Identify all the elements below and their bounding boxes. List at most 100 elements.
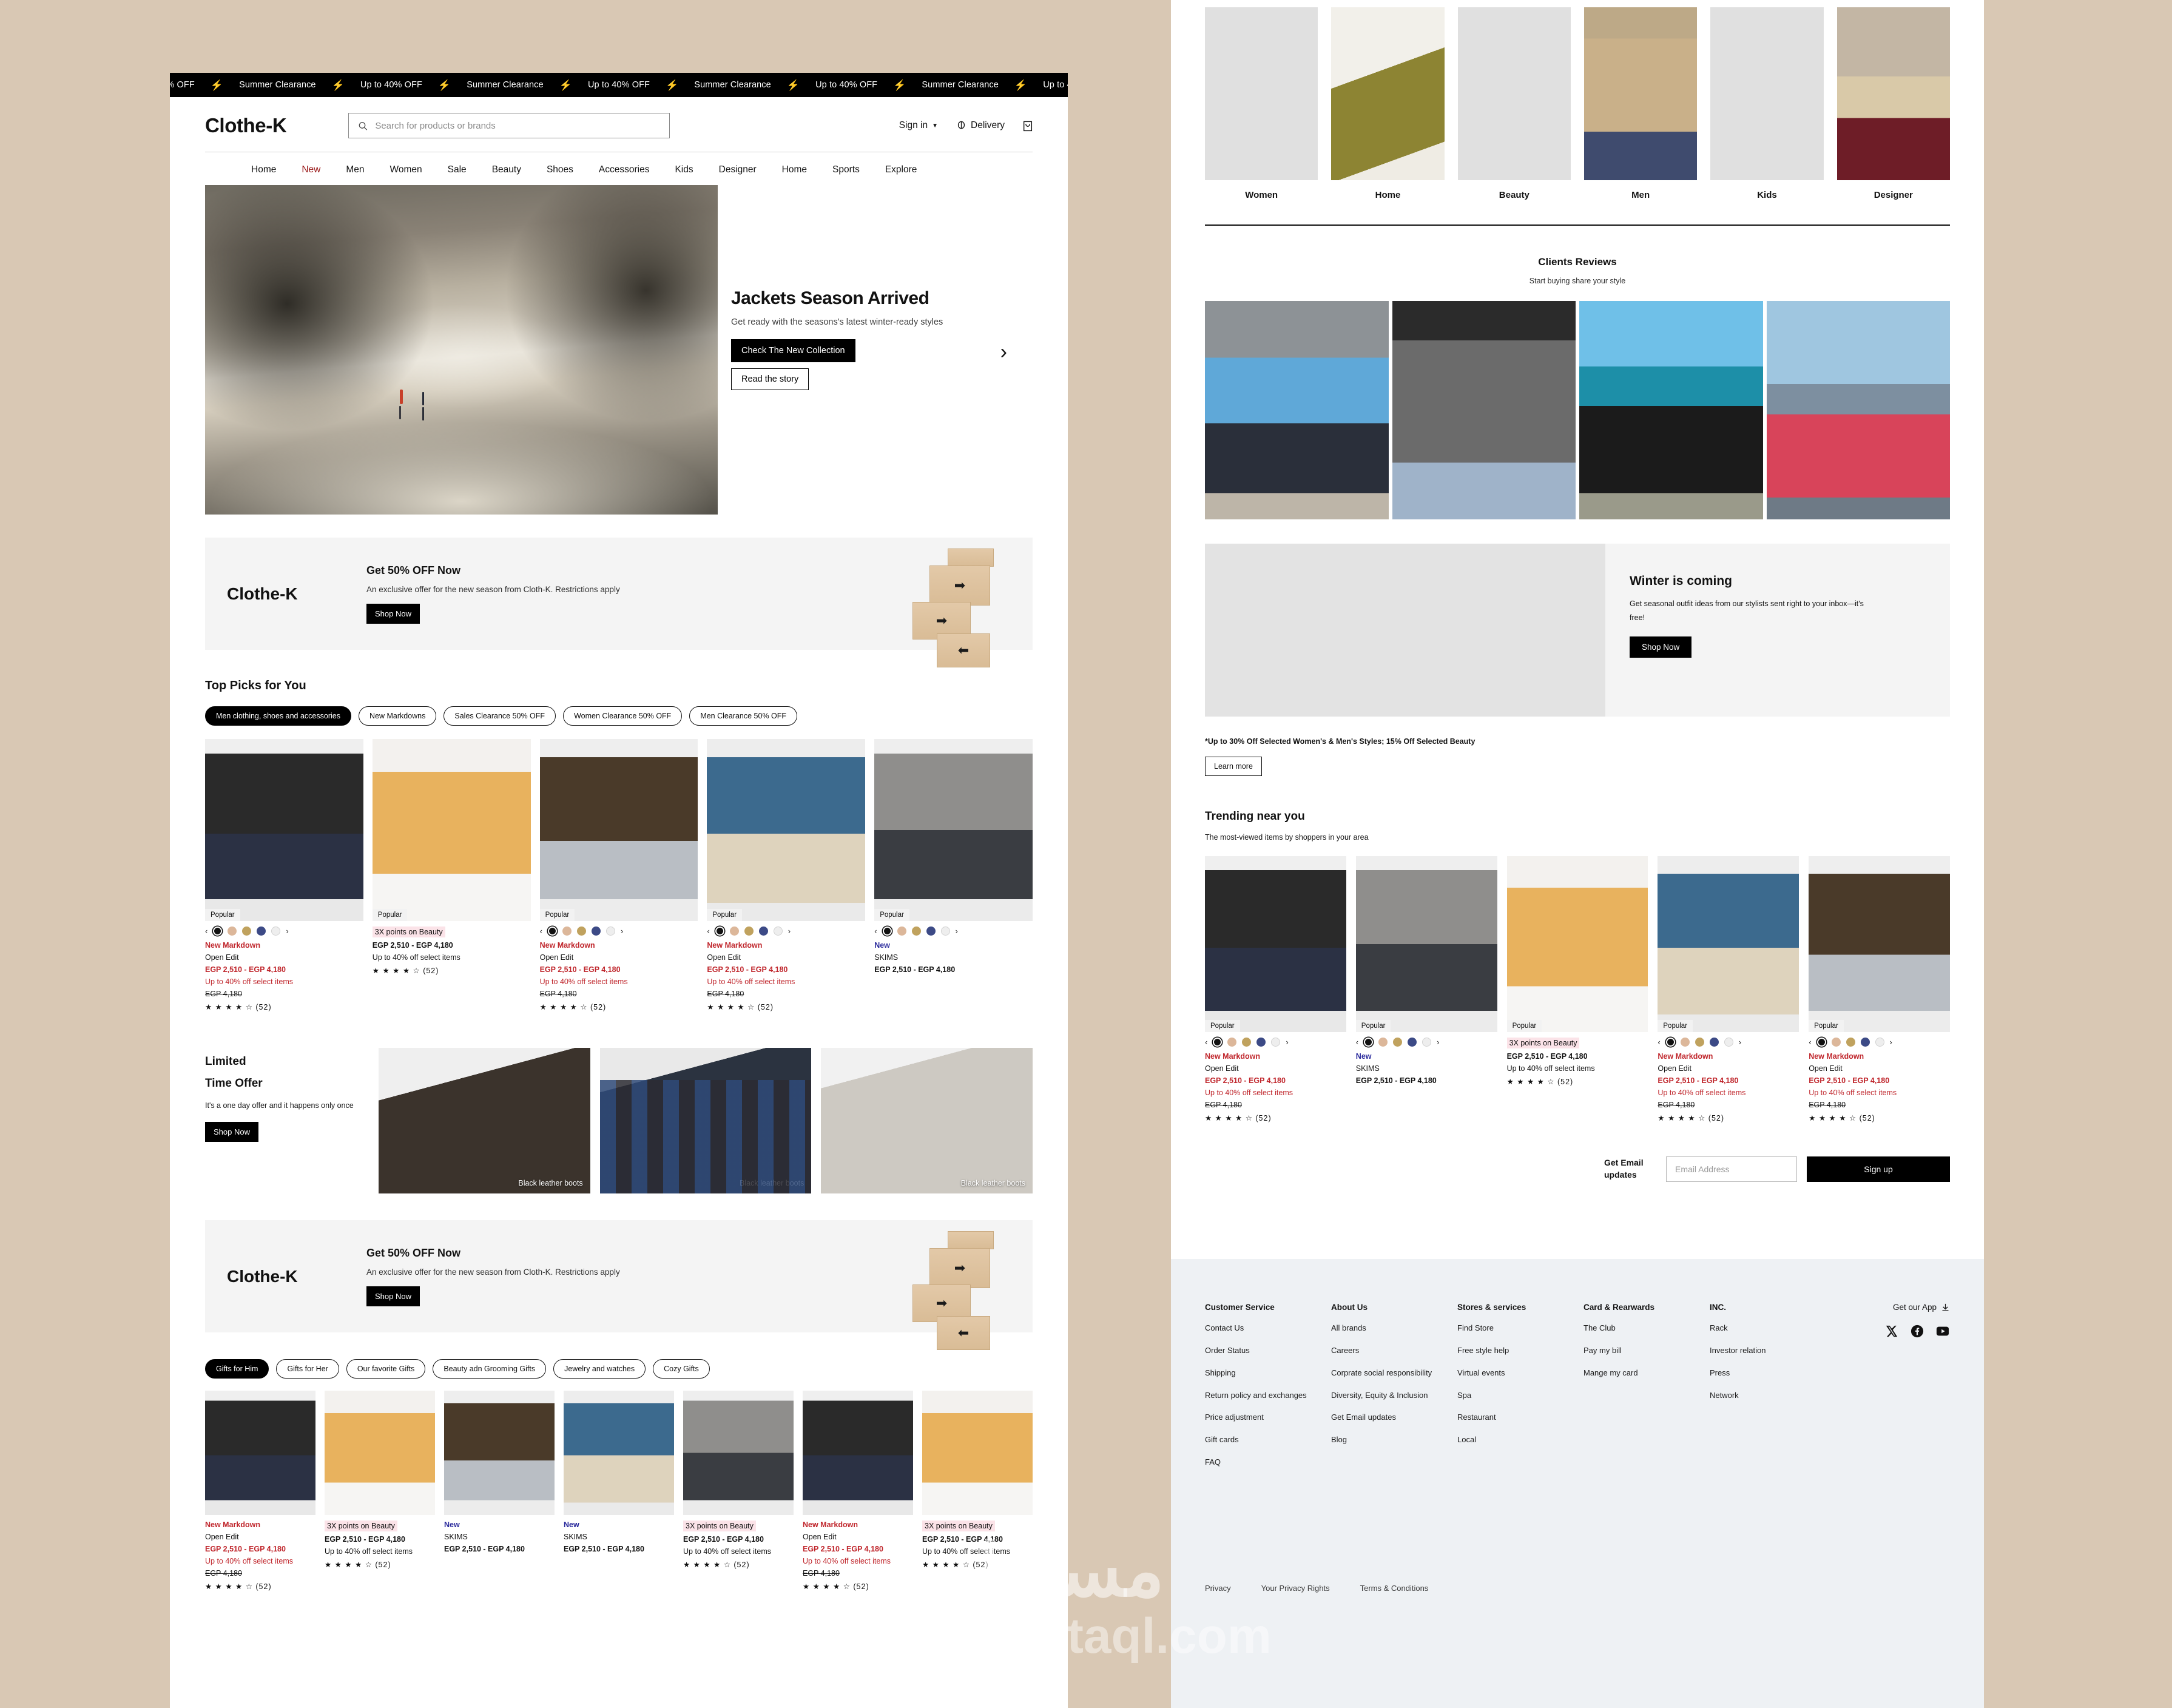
top-picks-pill-4[interactable]: Men Clearance 50% OFF — [689, 706, 798, 726]
product-image[interactable] — [803, 1391, 913, 1515]
color-swatch[interactable] — [897, 927, 906, 936]
footer-link[interactable]: Careers — [1331, 1345, 1434, 1357]
footer-link[interactable]: Shipping — [1205, 1368, 1308, 1379]
category-tile-home[interactable]: Home — [1331, 7, 1445, 200]
sign-in-button[interactable]: Sign in ▼ — [899, 120, 938, 131]
footer-link[interactable]: The Club — [1583, 1323, 1687, 1334]
color-swatch[interactable] — [605, 927, 615, 936]
hero-primary-cta[interactable]: Check The New Collection — [731, 339, 855, 362]
category-image[interactable] — [1583, 7, 1698, 180]
email-input[interactable] — [1666, 1156, 1797, 1182]
footer-link[interactable]: Press — [1710, 1368, 1813, 1379]
product-card[interactable]: Popular ‹ › New Markdown Open Edit EGP 2,510 … — [707, 739, 866, 1011]
footer-link[interactable]: Network — [1710, 1390, 1813, 1402]
color-swatch[interactable] — [562, 927, 572, 936]
product-card[interactable]: New SKIMS EGP 2,510 - EGP 4,180 — [564, 1391, 674, 1591]
review-photo-2[interactable] — [1392, 301, 1576, 519]
review-photo-3[interactable] — [1579, 301, 1763, 519]
footer-link[interactable]: Price adjustment — [1205, 1412, 1308, 1423]
top-picks-pill-1[interactable]: New Markdowns — [358, 706, 437, 726]
color-swatch[interactable] — [1227, 1038, 1237, 1047]
color-swatch[interactable] — [882, 927, 892, 936]
footer-legal-link[interactable]: Privacy — [1205, 1584, 1231, 1593]
search-input[interactable] — [375, 120, 661, 131]
footer-link[interactable]: Contact Us — [1205, 1323, 1308, 1334]
color-swatch[interactable] — [1846, 1038, 1855, 1047]
product-image[interactable]: Popular — [874, 739, 1033, 921]
product-card[interactable]: New Markdown Open Edit EGP 2,510 - EGP 4,1… — [205, 1391, 315, 1591]
footer-link[interactable]: Spa — [1457, 1390, 1560, 1402]
review-photo-4[interactable] — [1766, 301, 1950, 519]
category-image[interactable] — [1331, 7, 1445, 180]
footer-link[interactable]: Gift cards — [1205, 1434, 1308, 1446]
footer-link[interactable]: Get Email updates — [1331, 1412, 1434, 1423]
nav-item-beauty[interactable]: Beauty — [492, 164, 521, 175]
lto-card-3[interactable]: Black leather boots — [821, 1048, 1033, 1193]
nav-item-shoes[interactable]: Shoes — [547, 164, 573, 175]
color-swatch[interactable] — [926, 927, 936, 936]
color-swatch[interactable] — [1860, 1038, 1870, 1047]
footer-link[interactable]: Investor relation — [1710, 1345, 1813, 1357]
color-swatch[interactable] — [729, 927, 739, 936]
color-swatch[interactable] — [257, 927, 266, 936]
product-image[interactable]: Popular — [1506, 856, 1648, 1032]
product-image[interactable]: Popular — [1205, 856, 1346, 1032]
product-card[interactable]: Popular 3X points on Beauty EGP 2,510 - EG… — [1506, 856, 1648, 1122]
swatch-next-arrow-icon[interactable]: › — [1890, 1038, 1892, 1047]
product-card[interactable]: 3X points on Beauty EGP 2,510 - EGP 4,180… — [922, 1391, 1033, 1591]
color-swatch[interactable] — [242, 927, 252, 936]
gifts-pill-0[interactable]: Gifts for Him — [205, 1359, 269, 1379]
color-swatch[interactable] — [715, 927, 724, 936]
delivery-button[interactable]: Delivery — [956, 120, 1005, 131]
category-image[interactable] — [1457, 7, 1571, 180]
footer-link[interactable]: FAQ — [1205, 1457, 1308, 1468]
footer-link[interactable]: Return policy and exchanges — [1205, 1390, 1308, 1402]
product-card[interactable]: Popular ‹ › New Markdown Open Edit EGP 2,510 … — [1205, 856, 1346, 1122]
lto-shop-now-button[interactable]: Shop Now — [205, 1122, 258, 1143]
nav-item-kids[interactable]: Kids — [675, 164, 693, 175]
swatch-prev-arrow-icon[interactable]: ‹ — [1356, 1038, 1358, 1047]
color-swatch[interactable] — [1271, 1038, 1281, 1047]
product-card[interactable]: Popular ‹ › New Markdown Open Edit EGP 2,510 … — [539, 739, 698, 1011]
product-image[interactable]: Popular — [1658, 856, 1799, 1032]
x-icon[interactable] — [1884, 1324, 1899, 1338]
top-picks-pill-2[interactable]: Sales Clearance 50% OFF — [444, 706, 556, 726]
gifts-pill-3[interactable]: Beauty adn Grooming Gifts — [433, 1359, 547, 1379]
product-image[interactable] — [922, 1391, 1033, 1515]
color-swatch[interactable] — [940, 927, 950, 936]
product-image[interactable]: Popular — [1355, 856, 1497, 1032]
product-card[interactable]: Popular ‹ › New SKIMS EGP 2,510 - EGP 4,180 — [1355, 856, 1497, 1122]
offer-banner-2-cta[interactable]: Shop Now — [366, 1286, 420, 1306]
swatch-next-arrow-icon[interactable]: › — [1286, 1038, 1288, 1047]
color-swatch[interactable] — [1831, 1038, 1841, 1047]
product-image[interactable] — [444, 1391, 555, 1515]
swatch-prev-arrow-icon[interactable]: ‹ — [1205, 1038, 1207, 1047]
cart-button[interactable] — [1023, 120, 1033, 132]
category-image[interactable] — [1205, 7, 1318, 180]
footer-link[interactable]: Mange my card — [1583, 1368, 1687, 1379]
color-swatch[interactable] — [591, 927, 601, 936]
color-swatch[interactable] — [911, 927, 921, 936]
offer-banner-1-cta[interactable]: Shop Now — [366, 603, 420, 624]
category-tile-women[interactable]: Women — [1205, 7, 1318, 200]
color-swatch[interactable] — [547, 927, 557, 936]
color-swatch[interactable] — [1709, 1038, 1719, 1047]
product-image[interactable] — [683, 1391, 794, 1515]
search-box[interactable] — [348, 113, 670, 138]
color-swatch[interactable] — [1364, 1038, 1374, 1047]
nav-item-home[interactable]: Home — [251, 164, 276, 175]
gifts-pill-2[interactable]: Our favorite Gifts — [346, 1359, 426, 1379]
footer-link[interactable]: All brands — [1331, 1323, 1434, 1334]
color-swatch[interactable] — [213, 927, 223, 936]
product-card[interactable]: Popular ‹ › New Markdown Open Edit EGP 2,510 … — [1658, 856, 1799, 1122]
gifts-pill-4[interactable]: Jewelry and watches — [553, 1359, 646, 1379]
product-card[interactable]: Popular ‹ › New Markdown Open Edit EGP 2,510 … — [1809, 856, 1950, 1122]
color-swatch[interactable] — [1695, 1038, 1704, 1047]
gifts-pill-5[interactable]: Cozy Gifts — [653, 1359, 710, 1379]
color-swatch[interactable] — [1680, 1038, 1690, 1047]
color-swatch[interactable] — [1256, 1038, 1266, 1047]
footer-link[interactable]: Pay my bill — [1583, 1345, 1687, 1357]
hero-secondary-cta[interactable]: Read the story — [731, 368, 809, 390]
footer-link[interactable]: Virtual events — [1457, 1368, 1560, 1379]
swatch-next-arrow-icon[interactable]: › — [956, 927, 958, 936]
